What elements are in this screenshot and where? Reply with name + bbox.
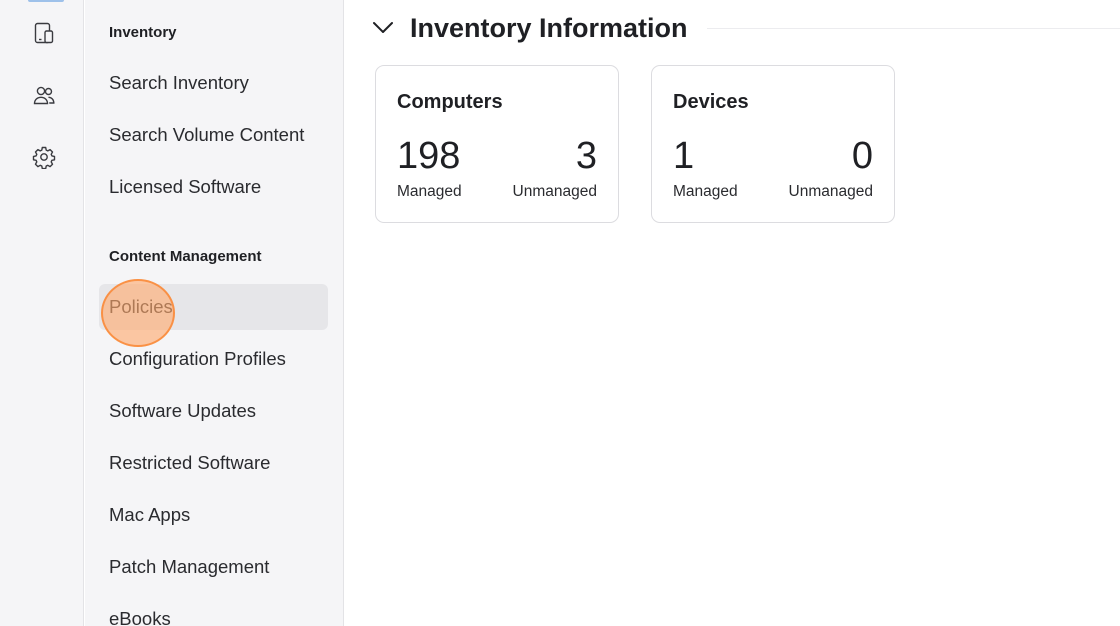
unmanaged-count: 0 [851,135,873,177]
nav-item-licensed-software[interactable]: Licensed Software [99,164,328,210]
users-icon[interactable] [28,79,60,111]
app-window: Inventory Search Inventory Search Volume… [0,0,1120,626]
mobile-device-icon[interactable] [28,17,60,49]
nav-item-patch-management[interactable]: Patch Management [99,544,328,590]
card-title: Devices [673,91,749,113]
devices-card[interactable]: Devices 1 0 Managed Unmanaged [651,65,895,223]
managed-label: Managed [673,183,738,200]
card-title: Computers [397,91,503,113]
managed-label: Managed [397,183,462,200]
nav-item-search-inventory[interactable]: Search Inventory [99,60,328,106]
managed-count: 1 [673,135,695,177]
nav-heading-content-management: Content Management [109,248,262,265]
active-indicator [28,0,64,2]
nav-item-policies[interactable]: Policies [99,284,328,330]
nav-item-configuration-profiles[interactable]: Configuration Profiles [99,336,328,382]
unmanaged-label: Unmanaged [788,183,873,200]
chevron-down-icon [373,22,393,33]
section-divider [707,28,1120,29]
managed-count: 198 [397,135,461,177]
secondary-nav: Inventory Search Inventory Search Volume… [85,0,344,626]
section-title: Inventory Information [410,12,688,43]
unmanaged-label: Unmanaged [512,183,597,200]
nav-item-search-volume-content[interactable]: Search Volume Content [99,112,328,158]
nav-item-restricted-software[interactable]: Restricted Software [99,440,328,486]
unmanaged-count: 3 [575,135,597,177]
inventory-information-toggle[interactable]: Inventory Information [371,10,688,46]
computers-card[interactable]: Computers 198 3 Managed Unmanaged [375,65,619,223]
main-content: Inventory Information Computers 198 3 Ma… [345,0,1120,626]
settings-gear-icon[interactable] [28,141,60,173]
nav-item-ebooks[interactable]: eBooks [99,596,328,626]
nav-item-mac-apps[interactable]: Mac Apps [99,492,328,538]
icon-rail [0,0,84,626]
nav-item-software-updates[interactable]: Software Updates [99,388,328,434]
nav-heading-inventory: Inventory [109,24,177,41]
